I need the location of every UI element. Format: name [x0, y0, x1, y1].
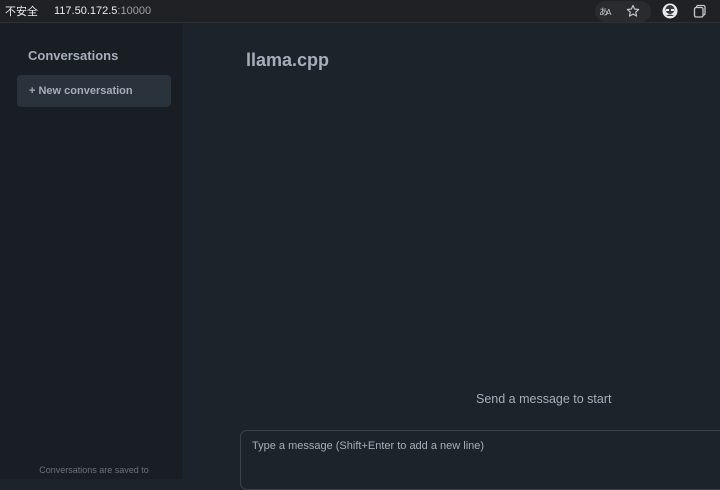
- new-conversation-button[interactable]: + New conversation: [17, 75, 171, 107]
- chat-panel: llama.cpp Send a message to start: [183, 23, 720, 490]
- url-port: :10000: [117, 5, 152, 17]
- tab-copy-icon[interactable]: [692, 3, 708, 19]
- security-indicator[interactable]: 不安全: [5, 3, 38, 19]
- app-window: Conversations + New conversation Convers…: [5, 23, 720, 490]
- page-title: llama.cpp: [246, 50, 330, 70]
- svg-text:A: A: [606, 8, 612, 17]
- sidebar: Conversations + New conversation Convers…: [5, 23, 183, 479]
- star-icon[interactable]: [625, 3, 641, 19]
- translate-icon[interactable]: あ A: [598, 3, 614, 19]
- sidebar-footer-note: Conversations are saved to: [39, 465, 149, 475]
- profile-icon[interactable]: [662, 3, 678, 19]
- sidebar-title: Conversations: [28, 48, 119, 63]
- address-bar[interactable]: 117.50.172.5:10000: [54, 5, 151, 17]
- empty-state-hint: Send a message to start: [476, 392, 612, 406]
- browser-toolbar: 不安全 117.50.172.5:10000 あ A: [0, 0, 720, 23]
- message-input[interactable]: [240, 430, 720, 490]
- url-host: 117.50.172.5: [54, 5, 118, 17]
